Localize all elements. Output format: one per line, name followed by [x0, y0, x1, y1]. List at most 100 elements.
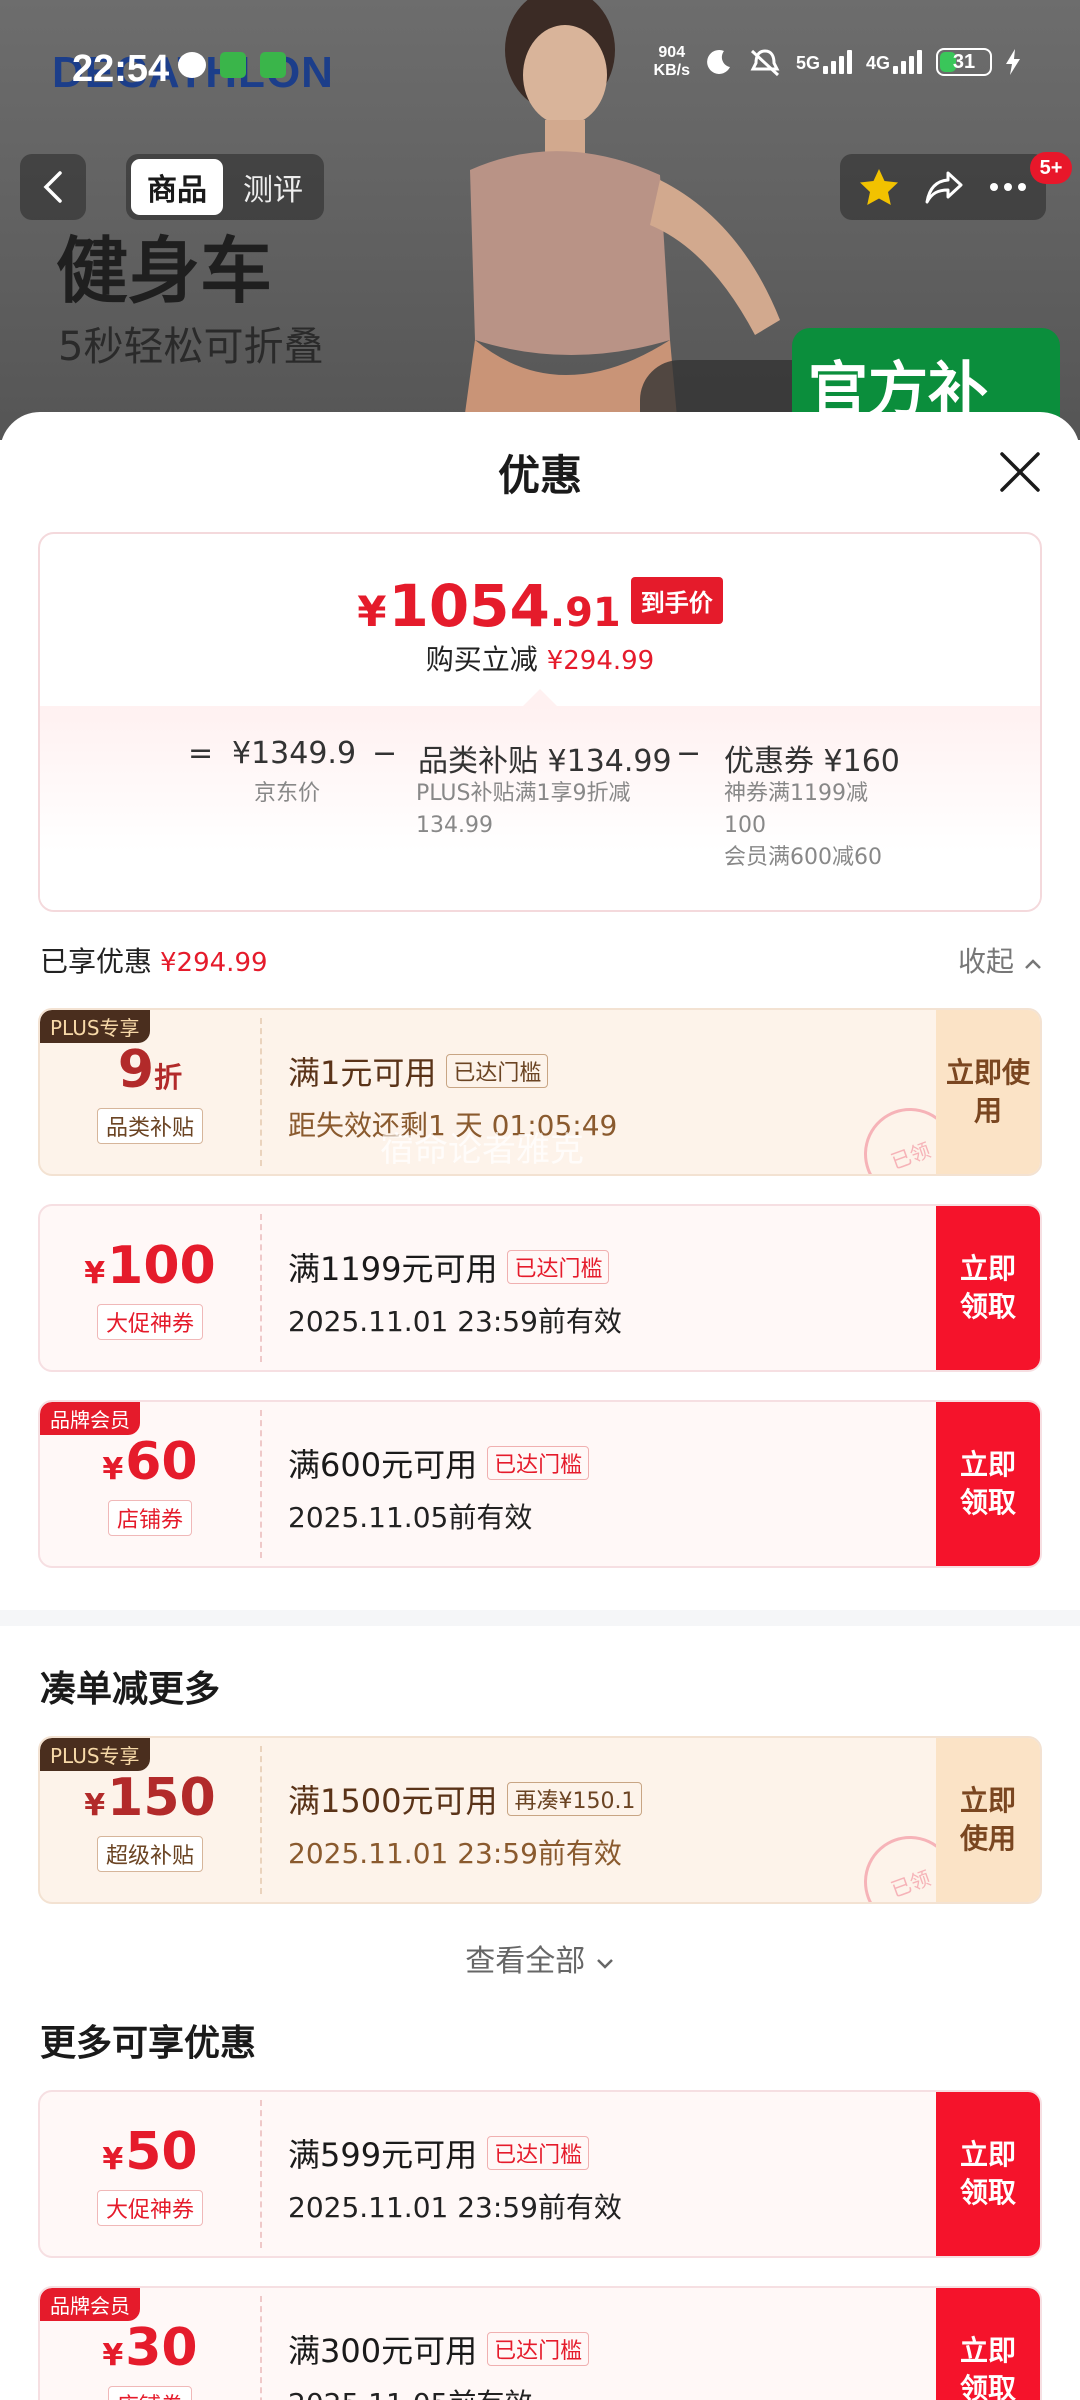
coupon-card: PLUS专享 ¥150 超级补贴 满1500元可用 再凑¥150.1 2025.1… — [38, 1736, 1042, 1904]
coupon-note: 神券满1199减 100 会员满600减60 — [724, 778, 882, 874]
coupon-currency: ¥ — [102, 2142, 124, 2177]
price-breakdown: = ¥1349.9 − 品类补贴 ¥134.99 − 优惠券 ¥160 京东价 … — [40, 706, 1040, 910]
collapse-button[interactable]: 收起 — [958, 940, 1043, 980]
claim-now-button[interactable]: 立即领取 — [936, 2288, 1040, 2400]
favorite-star-icon[interactable] — [858, 167, 900, 207]
view-all-button[interactable]: 查看全部 — [0, 1936, 1080, 1980]
coupon-note-line: 100 — [724, 813, 766, 838]
coupon-currency: ¥ — [102, 1452, 124, 1487]
category-note: PLUS补贴满1享9折减 134.99 — [416, 778, 631, 842]
coupon-divider — [260, 1410, 262, 1558]
coupon-details: 满599元可用 已达门槛 2025.11.01 23:59前有效 — [288, 2130, 930, 2226]
coupon-total: 优惠券 ¥160 — [724, 744, 900, 779]
final-price-tag: 到手价 — [630, 576, 723, 624]
network-speed-value: 904 — [658, 44, 686, 61]
coupon-validity: 2025.11.05前有效 — [288, 2382, 930, 2400]
coupon-amount: 9折 — [118, 1040, 182, 1100]
tab-review[interactable]: 测评 — [227, 159, 319, 215]
coupon-details: 满1199元可用 已达门槛 2025.11.01 23:59前有效 — [288, 1244, 930, 1340]
coupon-condition: 满1元可用 已达门槛 — [288, 1048, 930, 1094]
collapse-label: 收起 — [958, 945, 1015, 978]
coupon-details: 满1500元可用 再凑¥150.1 2025.11.01 23:59前有效 — [288, 1776, 930, 1872]
coupon-value: ¥100 大促神券 — [40, 1206, 260, 1370]
coupon-validity: 2025.11.01 23:59前有效 — [288, 1837, 622, 1870]
mute-bell-icon — [750, 49, 780, 77]
claim-now-button[interactable]: 立即领取 — [936, 1402, 1040, 1566]
notification-badge: 5+ — [1030, 152, 1072, 184]
signal-4g: 4G — [866, 50, 922, 74]
coupon-divider — [260, 2100, 262, 2248]
coupon-condition: 满300元可用 已达门槛 — [288, 2326, 930, 2372]
signal-5g-label: 5G — [795, 53, 820, 73]
minus-sign: − — [372, 736, 398, 771]
reduction-label: 购买立减 — [425, 643, 538, 676]
coupon-currency: ¥ — [84, 1256, 106, 1291]
use-now-button[interactable]: 立即使用 — [936, 1738, 1040, 1902]
page-tabs: 商品 测评 — [126, 154, 324, 220]
share-icon[interactable] — [924, 169, 964, 205]
instant-reduction: 购买立减 ¥294.99 — [40, 638, 1040, 678]
coupon-details: 满600元可用 已达门槛 2025.11.05前有效 — [288, 1440, 930, 1536]
more-options-icon[interactable] — [988, 181, 1028, 193]
signal-4g-label: 4G — [865, 53, 890, 73]
coupon-note-line: 会员满600减60 — [724, 845, 882, 870]
coupon-currency: ¥ — [102, 2338, 124, 2373]
charging-bolt-icon — [1006, 49, 1020, 75]
view-all-label: 查看全部 — [465, 1944, 586, 1979]
coupon-type: 店铺券 — [107, 1500, 192, 1536]
coupon-type: 大促神券 — [96, 2190, 203, 2226]
coupon-condition: 满600元可用 已达门槛 — [288, 1440, 930, 1486]
final-price-currency: ¥ — [357, 587, 387, 636]
section-title-more-offers: 更多可享优惠 — [40, 2023, 257, 2064]
final-price-integer: 1054 — [388, 572, 550, 640]
battery-level: 31 — [952, 50, 976, 73]
final-price: ¥ 1054 .91 到手价 — [40, 572, 1040, 640]
coupon-value: ¥50 大促神券 — [40, 2092, 260, 2256]
coupon-amount: ¥150 — [84, 1768, 215, 1828]
coupon-type: 大促神券 — [96, 1304, 203, 1340]
status-bar: 22:54 904 KB/s 5G 4G 31 — [0, 0, 1080, 140]
section-divider — [0, 1610, 1080, 1626]
price-summary-card: ¥ 1054 .91 到手价 购买立减 ¥294.99 = ¥1349.9 − … — [38, 532, 1042, 912]
coupon-value: ¥30 店铺券 — [40, 2288, 260, 2400]
coupon-type: 超级补贴 — [96, 1836, 203, 1872]
do-not-disturb-moon-icon — [707, 49, 730, 74]
coupon-amount: ¥30 — [102, 2318, 197, 2378]
coupon-condition: 满599元可用 已达门槛 — [288, 2130, 930, 2176]
back-button[interactable] — [20, 154, 86, 220]
network-speed: 904 KB/s — [654, 44, 690, 80]
claim-now-button[interactable]: 立即领取 — [936, 2092, 1040, 2256]
coupon-card: 品牌会员 ¥60 店铺券 满600元可用 已达门槛 2025.11.05前有效 立… — [38, 1400, 1042, 1568]
notification-icons — [178, 52, 286, 78]
coupon-amount-number: 30 — [125, 2318, 198, 2378]
enjoyed-label: 已享优惠 — [40, 945, 153, 978]
coupon-condition-text: 满600元可用 — [288, 1446, 478, 1484]
coupon-condition-text: 满599元可用 — [288, 2136, 478, 2174]
app-notification-icon — [260, 52, 286, 78]
close-icon[interactable] — [996, 448, 1044, 496]
coupon-value: ¥150 超级补贴 — [40, 1738, 260, 1902]
coupon-amount-number: 150 — [107, 1768, 216, 1828]
coupon-value: ¥60 店铺券 — [40, 1402, 260, 1566]
coupon-divider — [260, 1214, 262, 1362]
chevron-left-icon — [43, 171, 62, 203]
tab-product[interactable]: 商品 — [131, 159, 223, 215]
threshold-chip: 已达门槛 — [446, 1054, 549, 1088]
threshold-chip: 已达门槛 — [487, 2332, 590, 2366]
coupon-validity: 2025.11.05前有效 — [288, 1501, 533, 1534]
coupon-type: 品类补贴 — [96, 1108, 203, 1144]
use-now-button[interactable]: 立即使用 — [936, 1010, 1040, 1174]
sheet-title: 优惠 — [497, 451, 582, 500]
coupon-condition: 满1199元可用 已达门槛 — [288, 1244, 930, 1290]
claim-now-button[interactable]: 立即领取 — [936, 1206, 1040, 1370]
coupon-details: 满300元可用已达门槛 2025.11.05前有效 — [288, 2326, 930, 2400]
coupon-value: 9折 品类补贴 — [40, 1010, 260, 1174]
signal-5g: 5G — [796, 50, 852, 74]
coupon-currency: ¥ — [84, 1788, 106, 1823]
coupon-amount-number: 9 — [117, 1040, 155, 1100]
watermark: 宿命论者雅克 — [380, 1130, 584, 1170]
category-subsidy: 品类补贴 ¥134.99 — [418, 744, 672, 779]
hero-title: 健身车 — [56, 229, 273, 313]
enjoyed-discount: 已享优惠 ¥294.99 — [40, 940, 268, 980]
weather-icon — [178, 52, 206, 78]
